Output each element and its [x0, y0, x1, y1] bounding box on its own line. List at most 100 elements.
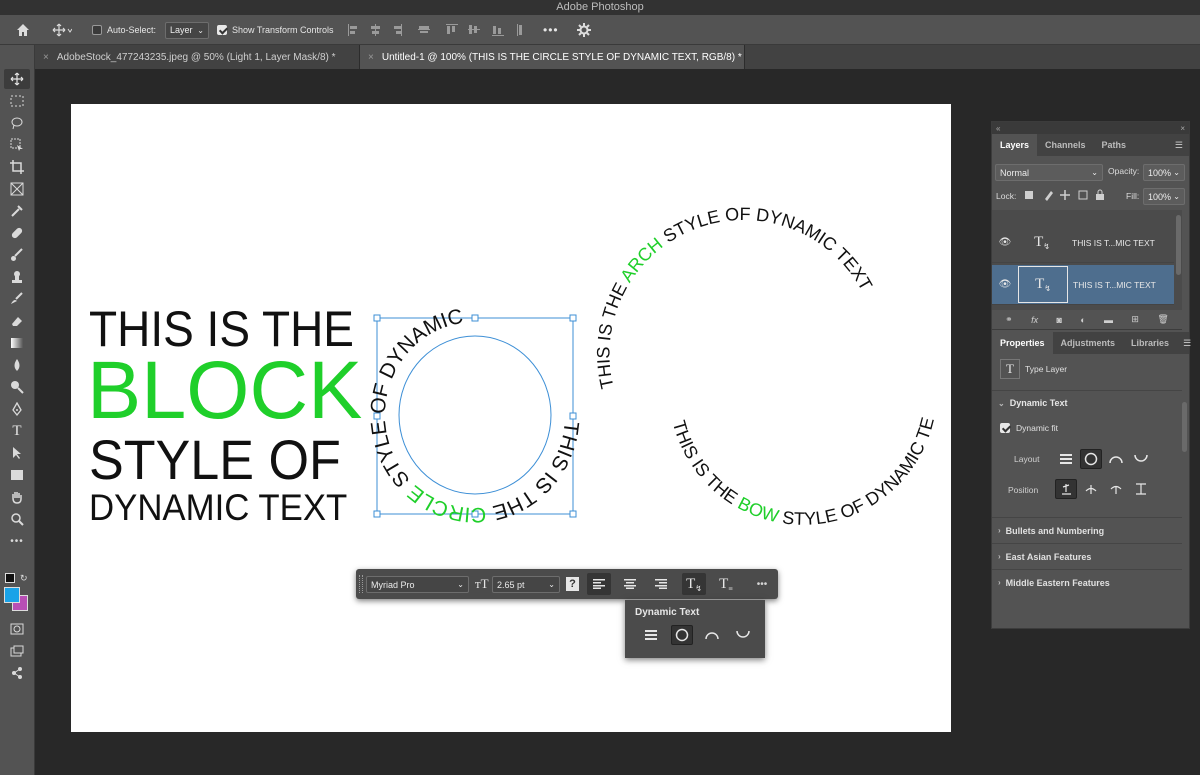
bow-text: THIS IS THE BOW STYLE OF DYNAMIC TEXT	[0, 0, 938, 529]
new-group-icon[interactable]: ▬	[1104, 315, 1113, 325]
layers-list: 👁 T ↯ THIS IS T...MIC TEXT 👁 T ↯ THIS IS T…	[992, 210, 1182, 310]
font-size-icon: ᴛT	[475, 576, 489, 591]
dynamic-text-popup: Dynamic Text	[625, 600, 765, 658]
chevron-right-icon: ›	[998, 552, 1001, 561]
blend-mode-dropdown[interactable]: Normal ⌄	[995, 164, 1103, 181]
align-center-button[interactable]	[618, 573, 642, 595]
panel-menu-icon[interactable]: ☰	[1169, 134, 1189, 156]
layer-row[interactable]: 👁 T ↯ THIS IS T...MIC TEXT	[992, 223, 1174, 263]
circle-text-path	[398, 335, 552, 495]
adjustment-layer-icon[interactable]: ◐	[1080, 315, 1085, 325]
tab-layers[interactable]: Layers	[992, 134, 1038, 156]
popup-title: Dynamic Text	[635, 607, 700, 618]
type-layer-label: Type Layer	[1025, 364, 1068, 374]
tab-properties[interactable]: Properties	[992, 332, 1053, 354]
eye-icon[interactable]: 👁	[992, 237, 1018, 248]
trash-icon[interactable]: 🗑	[1157, 314, 1168, 325]
layer-name: THIS IS T...MIC TEXT	[1072, 237, 1155, 248]
section-middle-eastern[interactable]: › Middle Eastern Features	[992, 569, 1182, 595]
bow-text-accent: BOW	[735, 493, 781, 526]
close-icon[interactable]: ×	[1180, 124, 1185, 133]
layers-scrollbar[interactable]	[1176, 215, 1181, 275]
section-label: East Asian Features	[1005, 551, 1092, 562]
chevron-down-icon: ⌄	[998, 399, 1005, 408]
bow-text-pre: THIS IS THE	[669, 418, 745, 511]
arch-text-pre: THIS IS THE	[593, 275, 633, 390]
chevron-down-icon: ⌄	[1173, 168, 1180, 177]
position-option-1-icon[interactable]	[1055, 479, 1077, 499]
section-east-asian[interactable]: › East Asian Features	[992, 543, 1182, 569]
properties-scrollbar[interactable]	[1182, 402, 1187, 452]
chevron-right-icon: ›	[998, 578, 1001, 587]
layout-circle-icon[interactable]	[1080, 449, 1102, 469]
layout-bow-icon[interactable]	[732, 625, 754, 645]
fx-icon[interactable]: fx	[1031, 315, 1038, 325]
align-right-button[interactable]	[649, 573, 673, 595]
link-layers-icon[interactable]: ⚭	[1005, 314, 1013, 325]
layout-bow-icon[interactable]	[1130, 449, 1152, 469]
layout-arch-icon[interactable]	[701, 625, 723, 645]
tab-channels[interactable]: Channels	[1037, 134, 1094, 156]
drag-handle[interactable]	[359, 575, 363, 593]
type-options-button[interactable]: T ≡	[714, 573, 738, 595]
chevron-down-icon: ⌄	[548, 580, 555, 589]
arch-text: THIS IS THE ARCH STYLE OF DYNAMIC TEXT	[593, 204, 876, 391]
circle-text: THIS IS THE CIRCLE STYLE OF DYNAMIC TEXT	[0, 0, 583, 526]
layout-arch-icon[interactable]	[1105, 449, 1127, 469]
eye-icon[interactable]: 👁	[992, 279, 1018, 290]
layer-name: THIS IS T...MIC TEXT	[1073, 279, 1156, 290]
tab-libraries[interactable]: Libraries	[1123, 332, 1177, 354]
dynamic-fit-row: Dynamic fit	[1000, 423, 1058, 433]
layout-block-icon[interactable]	[1055, 449, 1077, 469]
right-panel: «× Layers Channels Paths ☰ Normal ⌄ Opac…	[991, 121, 1191, 629]
add-mask-icon[interactable]: ◙	[1056, 315, 1061, 325]
font-family-dropdown[interactable]: Myriad Pro ⌄	[366, 576, 469, 593]
opacity-input[interactable]: 100% ⌄	[1143, 164, 1185, 181]
tab-adjustments[interactable]: Adjustments	[1053, 332, 1124, 354]
section-label: Bullets and Numbering	[1005, 525, 1105, 536]
section-bullets[interactable]: › Bullets and Numbering	[992, 517, 1182, 543]
dynamic-fit-label: Dynamic fit	[1016, 423, 1059, 433]
layout-block-icon[interactable]	[640, 625, 662, 645]
tab-paths[interactable]: Paths	[1094, 134, 1135, 156]
chevron-right-icon: ›	[998, 526, 1001, 535]
lock-label: Lock:	[996, 191, 1017, 201]
chevron-down-icon: ⌄	[1173, 192, 1180, 201]
layers-tabs: Layers Channels Paths ☰	[992, 134, 1189, 156]
dynamic-fit-checkbox[interactable]	[1000, 423, 1010, 433]
position-label: Position	[1008, 485, 1039, 495]
panel-menu-icon[interactable]: ☰	[1177, 332, 1197, 354]
collapse-icon[interactable]: «	[996, 124, 1000, 133]
dynamic-text-button[interactable]: T ↯	[682, 573, 706, 595]
chevron-down-icon: ⌄	[1091, 168, 1098, 177]
lock-icons[interactable]	[1023, 188, 1109, 202]
missing-glyph-icon[interactable]: ?	[566, 577, 579, 591]
layers-footer: ⚭ fx ◙ ◐ ▬ ⊞ 🗑	[992, 310, 1182, 330]
fill-value: 100%	[1148, 191, 1172, 202]
position-option-2-icon[interactable]	[1080, 479, 1102, 499]
font-size-value: 2.65 pt	[497, 579, 525, 590]
arch-text-post: STYLE OF DYNAMIC TEXT	[655, 204, 876, 294]
align-left-button[interactable]	[587, 573, 611, 595]
arch-text-accent: ARCH	[616, 234, 666, 286]
type-layer-icon: T ↯	[1018, 266, 1068, 303]
contextual-task-bar: Myriad Pro ⌄ ᴛT 2.65 pt ⌄ ? T ↯ T ≡ •••	[356, 569, 778, 599]
blend-mode-value: Normal	[1000, 167, 1030, 178]
dynamic-text-section-header[interactable]: ⌄ Dynamic Text	[998, 398, 1068, 408]
type-layer-icon: T	[1000, 359, 1020, 379]
font-family-value: Myriad Pro	[371, 579, 415, 590]
position-option-4-icon[interactable]	[1130, 479, 1152, 499]
type-layer-icon: T ↯	[1034, 234, 1050, 251]
section-title: Dynamic Text	[1009, 398, 1068, 408]
more-options-button[interactable]: •••	[754, 573, 770, 595]
chevron-down-icon: ⌄	[457, 580, 464, 589]
new-layer-icon[interactable]: ⊞	[1131, 314, 1139, 325]
font-size-dropdown[interactable]: 2.65 pt ⌄	[492, 576, 560, 593]
layout-label: Layout	[1014, 454, 1040, 464]
section-label: Middle Eastern Features	[1005, 577, 1110, 588]
layer-row-selected[interactable]: 👁 T ↯ THIS IS T...MIC TEXT	[992, 265, 1174, 305]
fill-input[interactable]: 100% ⌄	[1143, 188, 1185, 205]
fill-label: Fill:	[1126, 191, 1140, 201]
layout-circle-icon[interactable]	[671, 625, 693, 645]
position-option-3-icon[interactable]	[1105, 479, 1127, 499]
